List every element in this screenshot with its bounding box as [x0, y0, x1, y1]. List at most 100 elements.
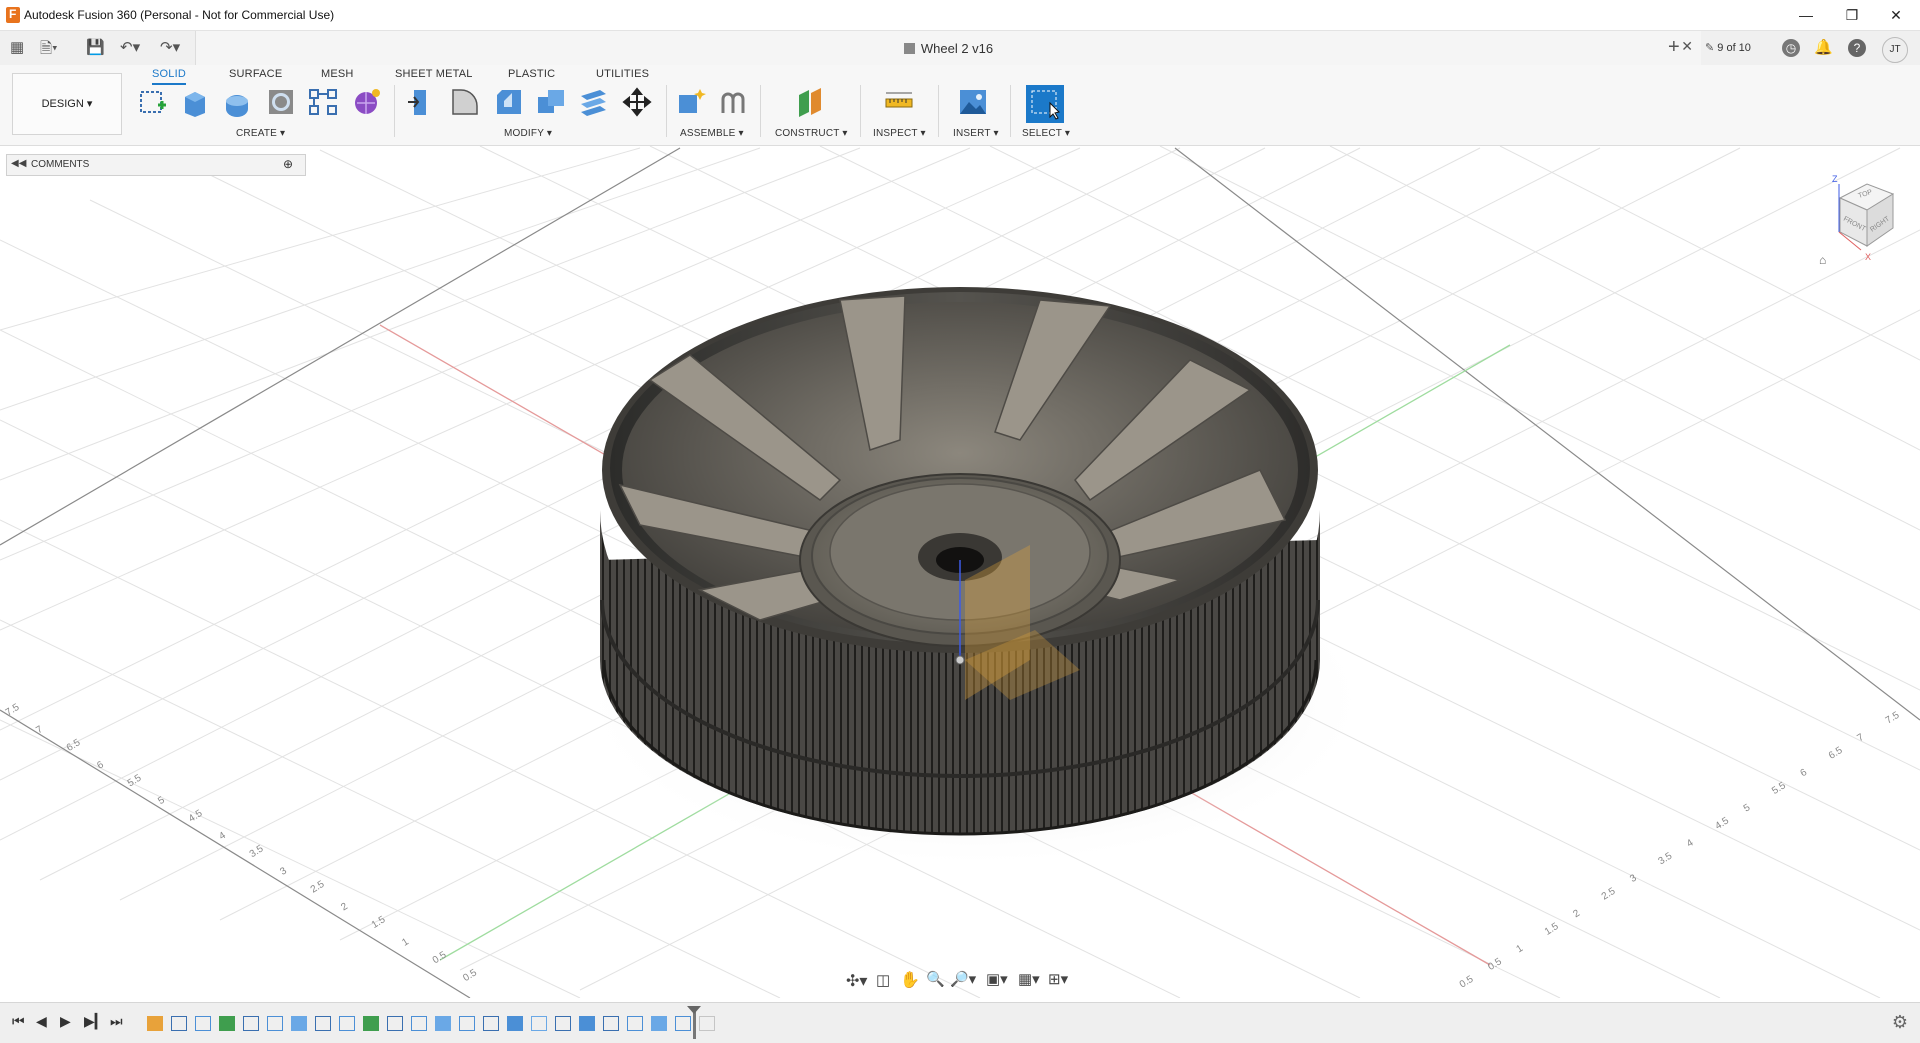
file-menu-icon[interactable]: 🗎▾: [40, 38, 58, 63]
step-back-icon[interactable]: ◀: [36, 1013, 47, 1030]
document-tab[interactable]: Wheel 2 v16 ✕: [195, 31, 1701, 65]
fillet-icon[interactable]: [450, 87, 480, 117]
notifications-icon[interactable]: 🔔: [1814, 39, 1833, 57]
timeline-feature-icon[interactable]: [411, 1016, 427, 1031]
zoom-icon[interactable]: 🔍: [926, 970, 945, 988]
grid-tick-label: 5: [156, 795, 167, 808]
chamfer-icon[interactable]: [494, 87, 524, 117]
restore-button[interactable]: ❐: [1832, 4, 1872, 26]
navigation-bar: ✣▾ ◫ ✋ 🔍 🔎▾ ▣▾ ▦▾ ⊞▾: [838, 968, 1078, 994]
minimize-button[interactable]: —: [1786, 4, 1826, 26]
tab-plastic[interactable]: PLASTIC: [508, 68, 555, 80]
tab-mesh[interactable]: MESH: [321, 68, 354, 80]
timeline-feature-icon[interactable]: [699, 1016, 715, 1031]
insert-group-label[interactable]: INSERT ▾: [953, 128, 999, 139]
tab-solid[interactable]: SOLID: [152, 68, 187, 85]
new-component-icon[interactable]: [676, 87, 706, 117]
tab-utilities[interactable]: UTILITIES: [596, 68, 649, 80]
view-cube[interactable]: TOP FRONT RIGHT Z X ⌂: [1815, 170, 1905, 270]
create-group-label[interactable]: CREATE ▾: [236, 128, 285, 139]
new-tab-icon[interactable]: +: [1668, 36, 1680, 59]
offset-faces-icon[interactable]: [578, 87, 608, 117]
viewports-icon[interactable]: ⊞▾: [1048, 970, 1068, 988]
revolve-icon[interactable]: [222, 87, 252, 117]
document-tab-bar: ▦ 🗎▾ 💾 ↶▾ ↷▾ Wheel 2 v16 ✕ + ✎ 9 of 10 ◷…: [0, 31, 1920, 65]
select-group-label[interactable]: SELECT ▾: [1022, 128, 1070, 139]
save-icon[interactable]: 💾: [86, 38, 105, 56]
shell-icon[interactable]: [266, 87, 296, 117]
orbit-icon[interactable]: ✣▾: [846, 971, 867, 991]
close-window-button[interactable]: ✕: [1876, 4, 1916, 26]
timeline-feature-icon[interactable]: [675, 1016, 691, 1031]
timeline-feature-icon[interactable]: [507, 1016, 523, 1031]
construct-group-label[interactable]: CONSTRUCT ▾: [775, 128, 848, 139]
workspace-switcher[interactable]: DESIGN ▾: [12, 73, 122, 135]
extrude-icon[interactable]: [180, 87, 210, 117]
timeline-feature-icon[interactable]: [531, 1016, 547, 1031]
move-copy-icon[interactable]: [622, 87, 652, 117]
ribbon-toolbar: DESIGN ▾ SOLID SURFACE MESH SHEET METAL …: [0, 65, 1920, 146]
timeline-marker-handle[interactable]: [687, 1006, 701, 1014]
timeline-feature-icon[interactable]: [627, 1016, 643, 1031]
display-settings-icon[interactable]: ▣▾: [986, 970, 1008, 988]
job-status-icon[interactable]: ◷: [1782, 39, 1800, 57]
timeline-feature-icon[interactable]: [459, 1016, 475, 1031]
step-forward-icon[interactable]: ▶▎: [84, 1013, 106, 1030]
play-icon[interactable]: ▶: [60, 1013, 71, 1030]
press-pull-icon[interactable]: [406, 87, 436, 117]
timeline-feature-icon[interactable]: [483, 1016, 499, 1031]
insert-image-icon[interactable]: [958, 87, 988, 117]
help-icon[interactable]: ?: [1848, 39, 1866, 57]
go-to-start-icon[interactable]: ⏮: [12, 1013, 25, 1030]
timeline-feature-icon[interactable]: [603, 1016, 619, 1031]
timeline-feature-icon[interactable]: [195, 1016, 211, 1031]
modify-group-label[interactable]: MODIFY ▾: [504, 128, 552, 139]
look-at-icon[interactable]: ◫: [876, 971, 890, 989]
timeline-feature-icon[interactable]: [555, 1016, 571, 1031]
timeline-feature-icon[interactable]: [219, 1016, 235, 1031]
combine-icon[interactable]: [536, 87, 566, 117]
timeline-feature-icon[interactable]: [435, 1016, 451, 1031]
grid-tick-label: 0.5: [1458, 974, 1476, 991]
grid-tick-label: 3: [278, 865, 289, 878]
create-form-icon[interactable]: [352, 87, 382, 117]
pattern-icon[interactable]: [308, 87, 338, 117]
grid-settings-icon[interactable]: ▦▾: [1018, 970, 1040, 988]
design-viewport[interactable]: 7.5 7 6.5 6 5.5 5 4.5 4 3.5 3 2.5 2 1.5 1 0.5 0.5 0.5 0.…: [0, 146, 1920, 998]
apps-grid-icon[interactable]: ▦: [10, 38, 24, 56]
tab-sheet-metal[interactable]: SHEET METAL: [395, 68, 473, 80]
comments-panel[interactable]: ◀◀ COMMENTS ⊕: [6, 154, 306, 176]
gear-icon[interactable]: ⚙: [1892, 1012, 1908, 1033]
offset-plane-icon[interactable]: [795, 87, 825, 117]
tab-surface[interactable]: SURFACE: [229, 68, 282, 80]
inspect-group-label[interactable]: INSPECT ▾: [873, 128, 926, 139]
go-to-end-icon[interactable]: ⏭: [110, 1013, 123, 1030]
timeline-feature-icon[interactable]: [363, 1016, 379, 1031]
timeline-feature-icon[interactable]: [579, 1016, 595, 1031]
fit-icon[interactable]: 🔎▾: [950, 970, 976, 988]
version-counter[interactable]: ✎ 9 of 10: [1705, 41, 1751, 54]
pan-icon[interactable]: ✋: [900, 970, 920, 990]
timeline-feature-icon[interactable]: [339, 1016, 355, 1031]
timeline-feature-icon[interactable]: [267, 1016, 283, 1031]
select-icon[interactable]: [1026, 85, 1064, 123]
collapse-icon[interactable]: ◀◀: [11, 158, 26, 169]
timeline-feature-icon[interactable]: [387, 1016, 403, 1031]
assemble-group-label[interactable]: ASSEMBLE ▾: [680, 128, 744, 139]
timeline-feature-icon[interactable]: [315, 1016, 331, 1031]
redo-icon[interactable]: ↷▾: [160, 38, 180, 56]
comments-label: COMMENTS: [31, 159, 90, 170]
create-sketch-icon[interactable]: [138, 87, 168, 117]
user-avatar[interactable]: JT: [1882, 37, 1908, 63]
close-tab-icon[interactable]: ✕: [1681, 38, 1693, 55]
timeline-feature-icon[interactable]: [291, 1016, 307, 1031]
measure-icon[interactable]: [884, 87, 914, 117]
timeline-feature-icon[interactable]: [243, 1016, 259, 1031]
home-view-icon[interactable]: ⌂: [1819, 253, 1826, 267]
timeline-feature-icon[interactable]: [651, 1016, 667, 1031]
timeline-feature-icon[interactable]: [171, 1016, 187, 1031]
joint-icon[interactable]: [718, 87, 748, 117]
add-comment-icon[interactable]: ⊕: [283, 157, 293, 171]
undo-icon[interactable]: ↶▾: [120, 38, 140, 56]
timeline-feature-icon[interactable]: [147, 1016, 163, 1031]
